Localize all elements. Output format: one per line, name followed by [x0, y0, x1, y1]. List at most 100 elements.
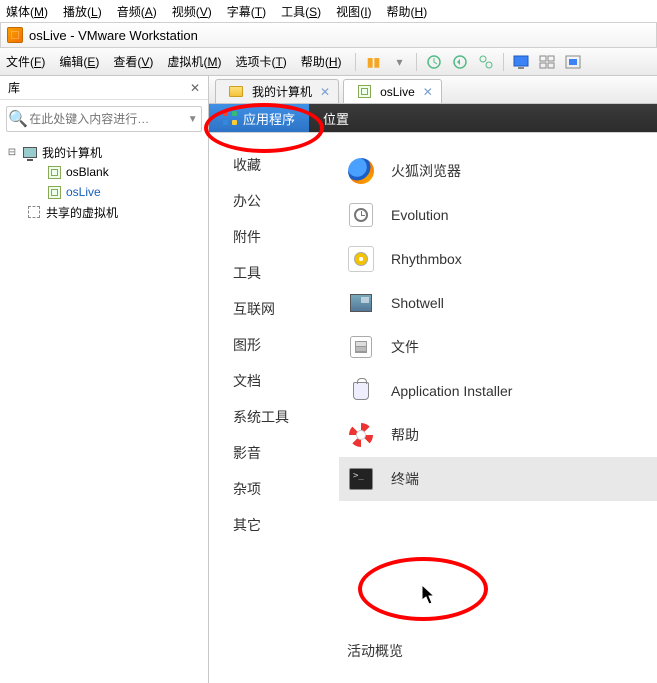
app-label: Rhythmbox	[391, 251, 462, 267]
app-label: 帮助	[391, 425, 419, 445]
applications-menu[interactable]: 应用程序	[209, 104, 309, 132]
home-icon	[228, 84, 244, 100]
category-graphics[interactable]: 图形	[233, 335, 339, 355]
help-icon	[347, 421, 375, 449]
host-menu-video[interactable]: 视频(V)	[172, 3, 212, 20]
shotwell-icon	[347, 289, 375, 317]
evolution-icon	[347, 201, 375, 229]
fullscreen-button[interactable]	[564, 53, 582, 71]
menu-vm[interactable]: 虚拟机(M)	[167, 53, 221, 70]
menu-view[interactable]: 查看(V)	[113, 53, 153, 70]
show-console-button[interactable]	[512, 53, 530, 71]
host-menu-view[interactable]: 视图(I)	[336, 3, 371, 20]
close-sidebar-button[interactable]: ✕	[190, 81, 200, 95]
app-files[interactable]: 文件	[339, 325, 657, 369]
category-tools[interactable]: 工具	[233, 263, 339, 283]
applications-label: 应用程序	[243, 109, 295, 128]
category-list: 收藏 办公 附件 工具 互联网 图形 文档 系统工具 影音 杂项 其它	[209, 133, 339, 683]
tree-node-osblank[interactable]: osBlank	[6, 162, 202, 182]
app-label: 火狐浏览器	[391, 161, 461, 181]
vm-icon	[356, 84, 372, 100]
applications-icon	[223, 111, 237, 125]
host-menu-play[interactable]: 播放(L)	[63, 3, 102, 20]
computer-icon	[22, 144, 38, 160]
app-label: 文件	[391, 337, 419, 357]
tabbar: 我的计算机 ✕ osLive ✕	[209, 76, 657, 104]
app-help[interactable]: 帮助	[339, 413, 657, 457]
app-shotwell[interactable]: Shotwell	[339, 281, 657, 325]
category-documents[interactable]: 文档	[233, 371, 339, 391]
activities-overview[interactable]: 活动概览	[347, 641, 403, 661]
terminal-icon	[347, 465, 375, 493]
app-rhythmbox[interactable]: Rhythmbox	[339, 237, 657, 281]
category-accessories[interactable]: 附件	[233, 227, 339, 247]
menu-edit[interactable]: 编辑(E)	[59, 53, 99, 70]
application-list: 火狐浏览器 Evolution Rhythmbox Shotwell 文件	[339, 133, 657, 683]
revert-button[interactable]	[451, 53, 469, 71]
tab-oslive[interactable]: osLive ✕	[343, 79, 442, 103]
host-menu-subtitle[interactable]: 字幕(T)	[227, 3, 266, 20]
category-office[interactable]: 办公	[233, 191, 339, 211]
close-tab-button[interactable]: ✕	[423, 85, 433, 99]
files-icon	[347, 333, 375, 361]
category-system-tools[interactable]: 系统工具	[233, 407, 339, 427]
vmware-logo-icon	[7, 27, 23, 43]
pause-button[interactable]: ▮▮	[364, 53, 382, 71]
menu-help[interactable]: 帮助(H)	[301, 53, 342, 70]
vm-icon	[46, 164, 62, 180]
shared-vms-icon	[26, 204, 42, 220]
host-menubar: 媒体(M) 播放(L) 音频(A) 视频(V) 字幕(T) 工具(S) 视图(I…	[0, 0, 657, 22]
snapshot-button[interactable]	[425, 53, 443, 71]
category-misc[interactable]: 杂项	[233, 479, 339, 499]
window-titlebar: osLive - VMware Workstation	[0, 22, 657, 48]
search-icon: 🔍	[7, 109, 29, 129]
host-menu-tools[interactable]: 工具(S)	[281, 3, 321, 20]
search-dropdown-button[interactable]: ▼	[184, 114, 201, 125]
installer-icon	[347, 377, 375, 405]
category-multimedia[interactable]: 影音	[233, 443, 339, 463]
applications-popup: 收藏 办公 附件 工具 互联网 图形 文档 系统工具 影音 杂项 其它 火狐浏览…	[209, 132, 657, 683]
app-toolbar: 文件(F) 编辑(E) 查看(V) 虚拟机(M) 选项卡(T) 帮助(H) ▮▮…	[0, 48, 657, 76]
sidebar-title: 库	[8, 79, 20, 96]
guest-top-panel: 应用程序 位置	[209, 104, 657, 132]
app-evolution[interactable]: Evolution	[339, 193, 657, 237]
toolbar-separator	[503, 53, 504, 71]
host-menu-help[interactable]: 帮助(H)	[387, 3, 428, 20]
vm-icon	[46, 184, 62, 200]
tree-label: 我的计算机	[42, 144, 102, 161]
search-input[interactable]	[29, 107, 184, 131]
app-label: Application Installer	[391, 383, 512, 399]
app-label: Shotwell	[391, 295, 444, 311]
power-options-button[interactable]: ▾	[390, 53, 408, 71]
rhythmbox-icon	[347, 245, 375, 273]
collapse-icon[interactable]: ⊟	[6, 147, 18, 158]
app-application-installer[interactable]: Application Installer	[339, 369, 657, 413]
tab-label: 我的计算机	[252, 83, 312, 100]
tab-mycomputer[interactable]: 我的计算机 ✕	[215, 79, 339, 103]
tree-label: 共享的虚拟机	[46, 204, 118, 221]
search-box[interactable]: 🔍 ▼	[6, 106, 202, 132]
firefox-icon	[347, 157, 375, 185]
places-menu[interactable]: 位置	[309, 104, 363, 132]
menu-tabs[interactable]: 选项卡(T)	[235, 53, 286, 70]
host-menu-audio[interactable]: 音频(A)	[117, 3, 157, 20]
library-sidebar: 库 ✕ 🔍 ▼ ⊟ 我的计算机 osBlank osLive	[0, 76, 209, 683]
window-title: osLive - VMware Workstation	[29, 28, 198, 43]
places-label: 位置	[323, 109, 349, 128]
category-internet[interactable]: 互联网	[233, 299, 339, 319]
app-label: Evolution	[391, 207, 449, 223]
close-tab-button[interactable]: ✕	[320, 85, 330, 99]
manage-snapshots-button[interactable]	[477, 53, 495, 71]
thumbnail-view-button[interactable]	[538, 53, 556, 71]
host-menu-media[interactable]: 媒体(M)	[6, 3, 48, 20]
tree-label: osBlank	[66, 165, 109, 179]
app-terminal[interactable]: 终端	[339, 457, 657, 501]
tree-node-shared[interactable]: 共享的虚拟机	[6, 202, 202, 222]
app-firefox[interactable]: 火狐浏览器	[339, 149, 657, 193]
category-favorites[interactable]: 收藏	[233, 155, 339, 175]
tree-node-mycomputer[interactable]: ⊟ 我的计算机	[6, 142, 202, 162]
toolbar-separator	[355, 53, 356, 71]
category-other[interactable]: 其它	[233, 515, 339, 535]
tree-node-oslive[interactable]: osLive	[6, 182, 202, 202]
menu-file[interactable]: 文件(F)	[6, 53, 45, 70]
